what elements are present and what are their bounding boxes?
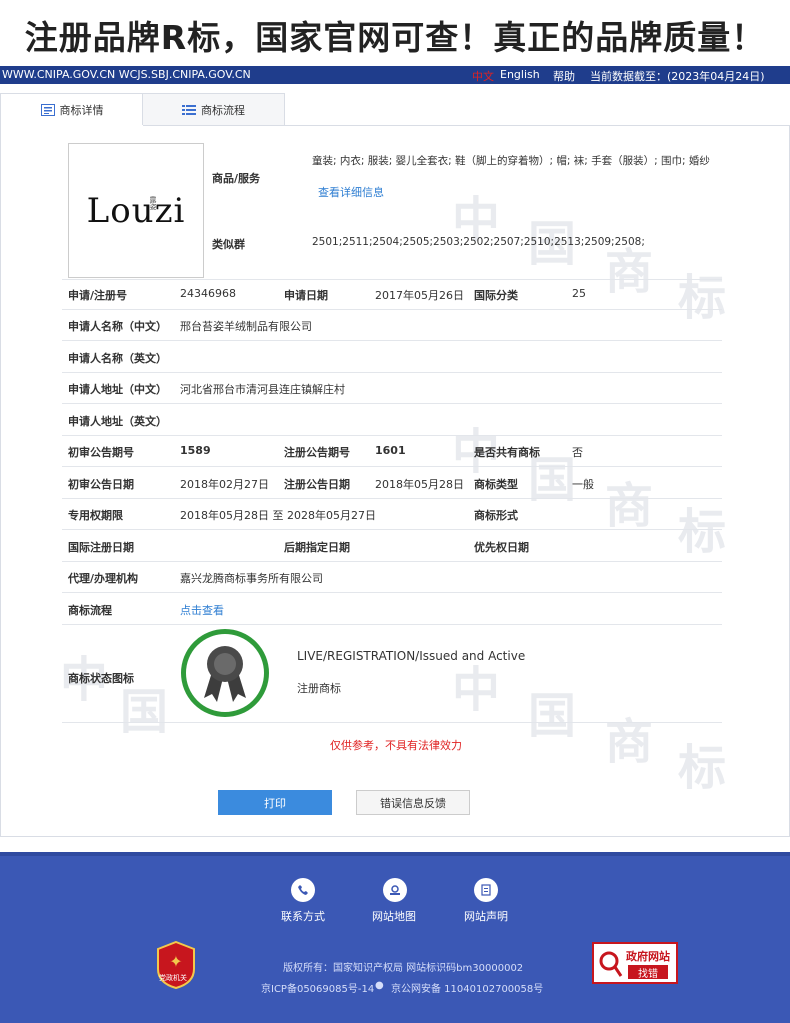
details-icon xyxy=(40,104,55,116)
reg-pub-no-label: 注册公告期号 xyxy=(284,446,350,459)
divider xyxy=(62,592,722,593)
list-icon xyxy=(182,104,196,116)
shared-value: 否 xyxy=(572,446,583,459)
copyright: 版权所有：国家知识产权局 网站标识码bm30000002 xyxy=(283,963,524,974)
reg-pub-date-label: 注册公告日期 xyxy=(284,478,350,491)
address-en-label: 申请人地址（英文） xyxy=(68,415,167,428)
report-error-button[interactable]: 错误信息反馈 xyxy=(356,790,470,815)
lang-english-link[interactable]: English xyxy=(500,68,540,81)
top-bar: WWW.CNIPA.GOV.CN WCJS.SBJ.CNIPA.GOV.CN 中… xyxy=(0,66,790,84)
divider xyxy=(62,624,722,625)
gov-box-title: 政府网站 xyxy=(626,950,670,963)
promo-banner-text: 注册品牌R标，国家官网可查！真正的品牌质量！ xyxy=(24,18,766,57)
applicant-cn-label: 申请人名称（中文） xyxy=(68,320,167,333)
address-cn-value: 河北省邢台市清河县连庄镇解庄村 xyxy=(180,383,345,396)
similar-group-value: 2501;2511;2504;2505;2503;2502;2507;2510;… xyxy=(312,236,645,248)
divider xyxy=(62,435,722,436)
tab-trademark-process[interactable]: 商标流程 xyxy=(142,93,285,125)
disclaimer: 仅供参考，不具有法律效力 xyxy=(330,739,462,752)
reg-no-label: 申请/注册号 xyxy=(68,289,128,302)
period-label: 专用权期限 xyxy=(68,509,123,522)
class-label: 国际分类 xyxy=(474,289,518,302)
party-government-badge[interactable]: ✦ 党政机关 xyxy=(156,940,196,990)
apply-date-value: 2017年05月26日 xyxy=(375,289,464,302)
divider xyxy=(62,498,722,499)
form-label: 商标形式 xyxy=(474,509,518,522)
similar-group-label: 类似群 xyxy=(212,238,245,251)
promo-banner: 注册品牌R标，国家官网可查！真正的品牌质量！ xyxy=(0,0,790,70)
award-ribbon-icon xyxy=(204,646,246,702)
type-value: 一般 xyxy=(572,478,594,491)
applicant-cn-value: 邢台苔姿羊绒制品有限公司 xyxy=(180,320,312,333)
prelim-no-label: 初审公告期号 xyxy=(68,446,134,459)
phone-icon[interactable] xyxy=(291,878,315,902)
magnifier-icon xyxy=(599,951,623,977)
divider xyxy=(62,340,722,341)
address-cn-label: 申请人地址（中文） xyxy=(68,383,167,396)
goods-value: 童装; 内衣; 服装; 婴儿全套衣; 鞋（脚上的穿着物）; 帽; 袜; 手套（服… xyxy=(312,155,710,167)
status-icon-label: 商标状态图标 xyxy=(68,672,134,685)
footer-top-line xyxy=(0,852,790,856)
footer-link-statement[interactable]: 网站声明 xyxy=(464,908,508,924)
later-date-label: 后期指定日期 xyxy=(284,541,350,554)
trademark-image: Louzi xyxy=(68,143,204,278)
shared-label: 是否共有商标 xyxy=(474,446,540,459)
type-label: 商标类型 xyxy=(474,478,518,491)
reg-pub-no-value: 1601 xyxy=(375,444,406,457)
intl-date-label: 国际注册日期 xyxy=(68,541,134,554)
footer-link-sitemap[interactable]: 网站地图 xyxy=(372,908,416,924)
divider xyxy=(62,561,722,562)
trademark-logo-text: Louzi xyxy=(86,190,186,231)
data-date: 当前数据截至：(2023年04月24日) xyxy=(590,70,765,83)
divider xyxy=(62,529,722,530)
help-link[interactable]: 帮助 xyxy=(553,68,575,84)
divider xyxy=(62,279,722,280)
period-value: 2018年05月28日 至 2028年05月27日 xyxy=(180,509,376,522)
lang-chinese-link[interactable]: 中文 xyxy=(472,68,494,84)
agent-label: 代理/办理机构 xyxy=(68,572,139,585)
print-button[interactable]: 打印 xyxy=(218,790,332,815)
tab-trademark-details[interactable]: 商标详情 xyxy=(0,93,144,126)
class-value: 25 xyxy=(572,287,586,300)
priority-date-label: 优先权日期 xyxy=(474,541,529,554)
divider xyxy=(62,309,722,310)
process-label: 商标流程 xyxy=(68,604,112,617)
prelim-date-label: 初审公告日期 xyxy=(68,478,134,491)
tab-label: 商标详情 xyxy=(59,104,104,117)
svg-text:✦: ✦ xyxy=(169,952,182,971)
footer-link-contact[interactable]: 联系方式 xyxy=(281,908,325,924)
reg-no-value: 24346968 xyxy=(180,287,236,300)
divider xyxy=(62,466,722,467)
prelim-date-value: 2018年02月27日 xyxy=(180,478,269,491)
applicant-en-label: 申请人名称（英文） xyxy=(68,352,167,365)
gov-box-sub: 找错 xyxy=(628,965,668,980)
police-emblem-icon: ● xyxy=(375,980,384,991)
status-en: LIVE/REGISTRATION/Issued and Active xyxy=(297,649,526,663)
view-process-link[interactable]: 点击查看 xyxy=(180,602,224,618)
map-icon[interactable] xyxy=(383,878,407,902)
document-icon[interactable] xyxy=(474,878,498,902)
goods-label: 商品/服务 xyxy=(212,172,261,185)
tab-label: 商标流程 xyxy=(201,103,245,117)
reg-pub-date-value: 2018年05月28日 xyxy=(375,478,464,491)
prelim-no-value: 1589 xyxy=(180,444,211,457)
badge-text: 党政机关 xyxy=(159,974,187,982)
police-record: 京公网安备 11040102700058号 xyxy=(391,984,544,995)
trademark-logo-small-text: 露姿 xyxy=(149,196,157,210)
registered-status-badge xyxy=(181,629,269,717)
divider xyxy=(62,722,722,723)
tab-bar: 商标详情 商标流程 xyxy=(0,93,790,126)
status-cn: 注册商标 xyxy=(297,682,341,695)
divider xyxy=(62,403,722,404)
site-urls[interactable]: WWW.CNIPA.GOV.CN WCJS.SBJ.CNIPA.GOV.CN xyxy=(2,68,251,81)
gov-website-error-report[interactable]: 政府网站 找错 xyxy=(592,942,678,984)
icp-number: 京ICP备05069085号-14 xyxy=(261,984,375,995)
apply-date-label: 申请日期 xyxy=(284,289,328,302)
divider xyxy=(62,372,722,373)
agent-value: 嘉兴龙腾商标事务所有限公司 xyxy=(180,572,323,585)
view-details-link[interactable]: 查看详细信息 xyxy=(318,184,384,200)
